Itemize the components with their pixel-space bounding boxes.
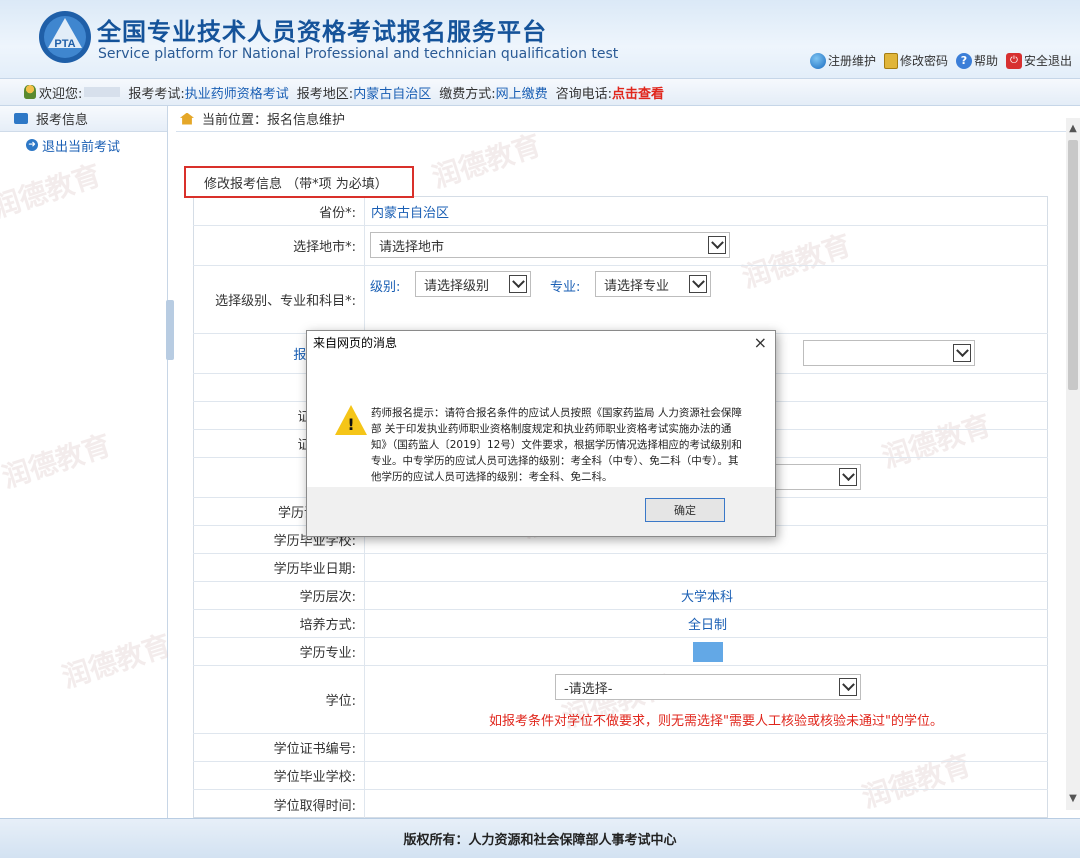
sidebar-item-exit-exam[interactable]: ➜ 退出当前考试 [0, 132, 167, 158]
arrow-right-icon: ➜ [26, 139, 38, 151]
chevron-down-icon [689, 275, 707, 293]
major-label: 专业: [550, 280, 581, 295]
level-row: 选择级别、专业和科目*: 级别: 专业: 请选择级别 请选择专业 [193, 266, 1048, 334]
svg-text:PTA: PTA [54, 38, 75, 50]
dialog-body: ! 药师报名提示：请符合报名条件的应试人员按照《国家药监局 人力资源社会保障部 … [307, 353, 775, 487]
edu-major-value-redacted [693, 642, 723, 662]
help-icon: ? [955, 52, 972, 69]
pta-logo: PTA [39, 11, 91, 63]
logout-link[interactable]: ⏻ 安全退出 [1005, 52, 1072, 69]
dialog-message: 药师报名提示：请符合报名条件的应试人员按照《国家药监局 人力资源社会保障部 关于… [371, 407, 742, 483]
province-value: 内蒙古自治区 [371, 206, 450, 221]
monitor-icon [14, 113, 28, 124]
degree-select[interactable]: -请选择- [555, 674, 861, 700]
degree-cert-row: 学位证书编号: [193, 734, 1048, 762]
edu-major-row: 学历专业: [193, 638, 1048, 666]
phone-label: 咨询电话: [555, 86, 612, 102]
help-link[interactable]: ? 帮助 [955, 52, 998, 69]
phone-link[interactable]: 点击查看 [612, 83, 664, 102]
city-select[interactable]: 请选择地市 [370, 232, 730, 258]
header: PTA 全国专业技术人员资格考试报名服务平台 Service platform … [0, 0, 1080, 78]
top-links: 注册维护 修改密码 ? 帮助 ⏻ 安全退出 [809, 52, 1072, 69]
pay-value: 网上缴费 [495, 86, 548, 102]
breadcrumb: 当前位置：报名信息维护 [176, 106, 1066, 132]
ok-button[interactable]: 确定 [645, 498, 725, 522]
degree-note: 如报考条件对学位不做要求，则无需选择"需要人工核验或核验未通过"的学位。 [489, 714, 943, 729]
chevron-down-icon [839, 468, 857, 486]
major-select[interactable]: 请选择专业 [595, 271, 711, 297]
exam-value: 执业药师资格考试 [184, 86, 289, 102]
register-maintain-link[interactable]: 注册维护 [809, 52, 876, 69]
power-icon: ⏻ [1005, 52, 1022, 69]
watermark: 润德教育 [428, 128, 545, 195]
site-subtitle: Service platform for National Profession… [98, 46, 619, 62]
degree-school-row: 学位毕业学校: [193, 762, 1048, 790]
train-row: 培养方式: 全日制 [193, 610, 1048, 638]
scroll-thumb[interactable] [1068, 140, 1078, 390]
exam-label: 报考考试: [128, 86, 185, 102]
site-title: 全国专业技术人员资格考试报名服务平台 [97, 18, 547, 46]
username-redacted [84, 87, 121, 97]
degree-date-row: 学位取得时间: [193, 790, 1048, 818]
footer: 版权所有：人力资源和社会保障部人事考试中心 [0, 818, 1080, 858]
alert-dialog: 来自网页的消息 × ! 药师报名提示：请符合报名条件的应试人员按照《国家药监局 … [306, 330, 776, 537]
dialog-title: 来自网页的消息 [307, 331, 775, 353]
welcome-label: 欢迎您: [39, 86, 83, 102]
region-value: 内蒙古自治区 [353, 86, 432, 102]
globe-icon [809, 52, 826, 69]
sidebar-header[interactable]: 报考信息 [0, 106, 167, 132]
edu-date-row: 学历毕业日期: [193, 554, 1048, 582]
level-select[interactable]: 请选择级别 [415, 271, 531, 297]
page-scrollbar[interactable]: ▲ ▼ [1066, 118, 1080, 810]
home-icon [180, 112, 194, 125]
lock-icon [883, 52, 898, 69]
level-label: 级别: [370, 280, 401, 295]
edu-level-value: 大学本科 [681, 590, 734, 605]
scroll-down-icon[interactable]: ▼ [1066, 792, 1080, 806]
degree-row: 学位: -请选择- 如报考条件对学位不做要求，则无需选择"需要人工核验或核验未通… [193, 666, 1048, 734]
sidebar-collapse-handle[interactable] [166, 300, 174, 360]
chevron-down-icon [509, 275, 527, 293]
edu-level-row: 学历层次: 大学本科 [193, 582, 1048, 610]
section-title: 修改报考信息 （带*项 为必填） [184, 166, 414, 198]
region-label: 报考地区: [296, 86, 354, 102]
sidebar: 报考信息 ➜ 退出当前考试 [0, 106, 168, 818]
pay-label: 缴费方式: [439, 86, 496, 102]
close-icon[interactable]: × [754, 333, 767, 352]
condition-select[interactable] [803, 340, 975, 366]
chevron-down-icon [953, 344, 971, 362]
user-icon [24, 85, 36, 99]
info-bar: 欢迎您: 报考考试: 执业药师资格考试 报考地区: 内蒙古自治区 缴费方式: 网… [0, 78, 1080, 106]
train-value: 全日制 [688, 618, 728, 633]
province-row: 省份*: 内蒙古自治区 [193, 198, 1048, 226]
warning-icon-mark: ! [347, 415, 355, 434]
scroll-up-icon[interactable]: ▲ [1066, 122, 1080, 136]
change-password-link[interactable]: 修改密码 [883, 52, 948, 69]
chevron-down-icon [839, 678, 857, 696]
city-row: 选择地市*: 请选择地市 [193, 226, 1048, 266]
chevron-down-icon [708, 236, 726, 254]
